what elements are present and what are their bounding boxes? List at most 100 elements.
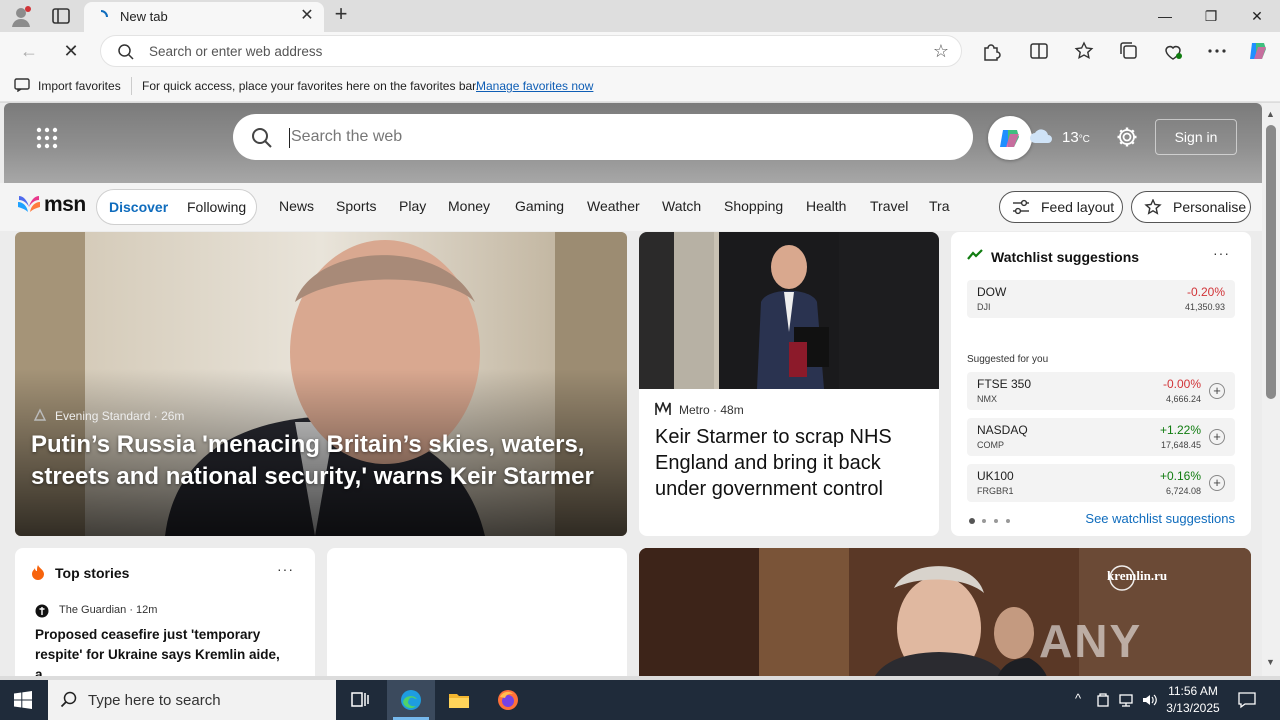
page-scrollbar[interactable]: ▲ ▼ xyxy=(1262,103,1280,676)
nav-item-sports[interactable]: Sports xyxy=(336,198,376,214)
apps-launcher-icon[interactable] xyxy=(36,127,58,149)
task-view-button[interactable] xyxy=(336,680,384,720)
favorites-bar-message: For quick access, place your favorites h… xyxy=(142,79,479,93)
collections-icon[interactable] xyxy=(1118,40,1140,62)
gear-icon[interactable] xyxy=(1116,126,1138,148)
tab-new-tab[interactable]: New tab ✕ xyxy=(84,2,324,32)
windows-taskbar: Type here to search ^ 11:56 AM 3/13/2025 xyxy=(0,680,1280,720)
msn-logo[interactable]: msn xyxy=(16,192,86,220)
show-hidden-icons-icon[interactable]: ^ xyxy=(1070,691,1086,709)
stock-row-dow[interactable]: DOW DJI -0.20% 41,350.93 xyxy=(967,280,1235,318)
guardian-logo-icon xyxy=(35,604,49,618)
import-favorites-button[interactable]: Import favorites xyxy=(38,79,121,93)
taskbar-edge-button[interactable] xyxy=(387,680,435,720)
split-screen-icon[interactable] xyxy=(1028,40,1050,62)
hero-news-card[interactable]: Evening Standard · 26m Putin’s Russia 'm… xyxy=(15,232,627,536)
add-to-watchlist-icon[interactable]: + xyxy=(1209,475,1225,491)
scroll-up-icon[interactable]: ▲ xyxy=(1266,109,1275,119)
stop-loading-button[interactable]: ✕ xyxy=(58,38,84,64)
evening-standard-logo-icon xyxy=(33,408,47,421)
tab-discover[interactable]: Discover xyxy=(109,199,168,215)
web-search-box[interactable]: Search the web xyxy=(233,114,973,160)
scrollbar-thumb[interactable] xyxy=(1266,125,1276,399)
windows-start-icon[interactable] xyxy=(14,691,32,709)
back-button[interactable]: ← xyxy=(16,38,42,64)
network-icon[interactable] xyxy=(1118,691,1134,709)
more-options-icon[interactable] xyxy=(1206,40,1228,62)
watchlist-more-button[interactable]: ··· xyxy=(1213,245,1230,261)
taskbar-search-box[interactable]: Type here to search xyxy=(48,680,336,720)
copilot-button[interactable] xyxy=(988,116,1032,160)
nav-item-shopping[interactable]: Shopping xyxy=(724,198,783,214)
story-headline[interactable]: Proposed ceasefire just 'temporary respi… xyxy=(35,625,301,676)
taskbar-firefox-button[interactable] xyxy=(484,680,532,720)
cloud-icon[interactable] xyxy=(1028,127,1054,145)
tab-actions-icon[interactable] xyxy=(50,6,72,26)
sign-in-button[interactable]: Sign in xyxy=(1155,119,1237,155)
extensions-icon[interactable] xyxy=(980,40,1002,62)
add-to-watchlist-icon[interactable]: + xyxy=(1209,429,1225,445)
hero-time: 26m xyxy=(161,409,185,423)
hero-headline[interactable]: Putin’s Russia 'menacing Britain’s skies… xyxy=(31,429,611,493)
video-news-card[interactable]: kremlin.ru ANY RUN xyxy=(639,548,1251,676)
carousel-dots[interactable] xyxy=(969,518,1019,524)
favorite-star-icon[interactable]: ☆ xyxy=(933,41,949,62)
card-source-name: Metro xyxy=(679,403,710,417)
see-watchlist-link[interactable]: See watchlist suggestions xyxy=(1085,511,1235,526)
nav-item-travel[interactable]: Travel xyxy=(870,198,908,214)
stock-row-ftse350[interactable]: FTSE 350 NMX -0.00% 4,666.24 + xyxy=(967,372,1235,410)
volume-icon[interactable] xyxy=(1142,691,1158,709)
close-window-button[interactable]: ✕ xyxy=(1234,4,1280,28)
stock-row-uk100[interactable]: UK100 FRGBR1 +0.16% 6,724.08 + xyxy=(967,464,1235,502)
stock-change: -0.20% xyxy=(1186,285,1225,299)
news-card-metro[interactable]: Metro · 48m Keir Starmer to scrap NHS En… xyxy=(639,232,939,536)
nav-item-weather[interactable]: Weather xyxy=(587,198,640,214)
scroll-down-icon[interactable]: ▼ xyxy=(1266,657,1275,667)
personalise-button[interactable]: Personalise xyxy=(1131,191,1251,223)
tab-close-icon[interactable]: ✕ xyxy=(298,7,316,25)
stock-symbol: FRGBR1 xyxy=(977,486,1014,496)
manage-favorites-link[interactable]: Manage favorites now xyxy=(476,79,593,93)
stock-name: DOW xyxy=(977,285,1007,299)
restore-button[interactable]: ❐ xyxy=(1188,4,1234,28)
taskbar-clock[interactable]: 11:56 AM 3/13/2025 xyxy=(1160,683,1226,717)
favorites-icon[interactable] xyxy=(1073,40,1095,62)
notifications-icon[interactable] xyxy=(1238,691,1256,709)
msn-logo-text: msn xyxy=(44,193,86,216)
nav-item-play[interactable]: Play xyxy=(399,198,426,214)
feed-layout-label: Feed layout xyxy=(1041,199,1115,215)
import-favorites-icon xyxy=(14,78,30,92)
top-stories-more-button[interactable]: ··· xyxy=(277,561,294,577)
tab-following[interactable]: Following xyxy=(187,199,246,215)
card-headline[interactable]: Keir Starmer to scrap NHS England and br… xyxy=(655,424,927,502)
weather-temp-value: 13 xyxy=(1062,129,1079,146)
taskbar-file-explorer-button[interactable] xyxy=(435,680,483,720)
profile-icon[interactable] xyxy=(10,6,32,28)
browser-essentials-icon[interactable] xyxy=(1162,40,1184,62)
web-search-placeholder: Search the web xyxy=(291,128,403,145)
nav-item-health[interactable]: Health xyxy=(806,198,846,214)
starmer-photo xyxy=(639,232,939,389)
nav-item-traffic[interactable]: Tra xyxy=(929,198,951,214)
new-tab-button[interactable]: + xyxy=(330,3,352,26)
nav-item-watch[interactable]: Watch xyxy=(662,198,701,214)
kremlin-watermark: kremlin.ru xyxy=(1107,568,1168,583)
stock-row-nasdaq[interactable]: NASDAQ COMP +1.22% 17,648.45 + xyxy=(967,418,1235,456)
nav-item-money[interactable]: Money xyxy=(448,198,490,214)
watchlist-title: Watchlist suggestions xyxy=(991,249,1140,265)
weather-temperature[interactable]: 13°C xyxy=(1062,129,1090,146)
stock-change: -0.00% xyxy=(1162,377,1201,391)
nav-item-news[interactable]: News xyxy=(279,198,314,214)
flame-icon xyxy=(32,565,44,580)
stock-name: UK100 xyxy=(977,469,1014,483)
nav-item-gaming[interactable]: Gaming xyxy=(515,198,564,214)
minimize-button[interactable]: — xyxy=(1142,4,1188,28)
story-time: 12m xyxy=(136,604,158,616)
address-bar[interactable]: Search or enter web address ☆ xyxy=(100,35,962,67)
feed-layout-button[interactable]: Feed layout xyxy=(999,191,1123,223)
taskbar-search-placeholder: Type here to search xyxy=(88,692,221,709)
copilot-icon[interactable] xyxy=(1246,39,1270,63)
add-to-watchlist-icon[interactable]: + xyxy=(1209,383,1225,399)
security-icon[interactable] xyxy=(1095,691,1111,709)
favorites-bar: Import favorites For quick access, place… xyxy=(0,70,1280,102)
